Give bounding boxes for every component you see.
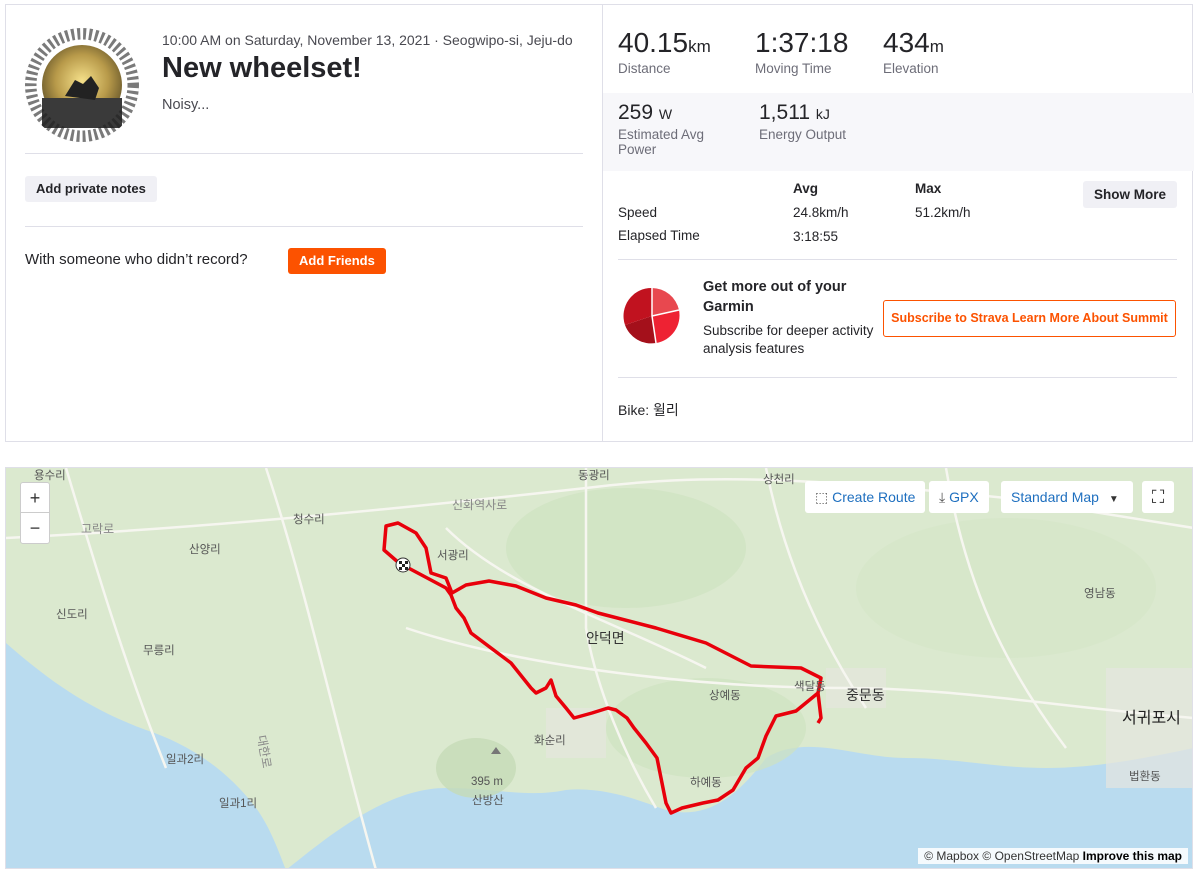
map-label: 하예동	[690, 777, 722, 789]
map-label: 신도리	[56, 609, 88, 621]
table-row-label: Speed	[618, 205, 658, 220]
finish-flag-icon	[395, 557, 411, 573]
stat-distance: 40.15km Distance	[618, 27, 711, 76]
table-row-avg: 24.8km/h	[793, 205, 849, 220]
subscriber-badge	[125, 120, 139, 142]
table-header-max: Max	[915, 181, 942, 196]
chevron-down-icon: ▼	[1108, 494, 1119, 505]
map-label: 동광리	[578, 470, 610, 482]
divider	[618, 259, 1177, 260]
map-label: 일과2리	[166, 754, 205, 766]
map-canvas	[6, 468, 1192, 868]
activity-meta: 10:00 AM on Saturday, November 13, 2021 …	[162, 32, 573, 48]
map-label: 영남동	[1084, 588, 1116, 600]
create-route-button[interactable]: ⬚ Create Route	[805, 481, 926, 513]
avatar-image	[25, 28, 139, 142]
zoom-control: + −	[20, 482, 50, 544]
map-label: 안덕면	[586, 630, 625, 646]
fullscreen-button[interactable]: ⛶	[1142, 481, 1174, 513]
with-someone-text: With someone who didn’t record?	[25, 251, 248, 268]
gpx-download-button[interactable]: ⤓ GPX	[929, 481, 989, 513]
map-label: 화순리	[534, 735, 566, 747]
athlete-avatar[interactable]	[25, 28, 139, 142]
map-label: 상예동	[709, 690, 741, 702]
bike-info: Bike: 윌리	[618, 402, 679, 418]
map-style-select[interactable]: Standard Map ▼	[1001, 481, 1133, 513]
stat-power: 259 W Estimated Avg Power	[618, 101, 705, 157]
add-private-notes-button[interactable]: Add private notes	[25, 176, 157, 202]
zoom-in-button[interactable]: +	[21, 483, 49, 513]
improve-map-link[interactable]: Improve this map	[1083, 849, 1182, 863]
fullscreen-icon: ⛶	[1151, 487, 1165, 507]
table-row-max: 51.2km/h	[915, 205, 971, 220]
subscribe-button[interactable]: Subscribe to Strava Learn More About Sum…	[883, 300, 1176, 337]
map-label: 서광리	[437, 550, 469, 562]
show-more-button[interactable]: Show More	[1083, 181, 1178, 208]
map-label: 중문동	[846, 687, 885, 703]
stat-energy: 1,511 kJ Energy Output	[759, 101, 847, 142]
divider	[25, 226, 583, 227]
table-row-label: Elapsed Time	[618, 228, 700, 243]
add-friends-button[interactable]: Add Friends	[288, 248, 386, 274]
map-road-label: 고락로	[81, 522, 115, 536]
map-label: 색달동	[794, 681, 826, 693]
map-label: 상천리	[763, 474, 795, 486]
divider	[618, 377, 1177, 378]
stat-moving-time: 1:37:18 Moving Time	[755, 27, 849, 76]
map-label: 무릉리	[143, 645, 175, 657]
download-icon: ⤓	[939, 489, 946, 505]
map-label: 산양리	[189, 544, 221, 556]
activity-stats-panel: 40.15km Distance 1:37:18 Moving Time 434…	[602, 5, 1194, 441]
stat-elevation: 434m Elevation	[883, 27, 944, 76]
map-attribution: © Mapbox © OpenStreetMap Improve this ma…	[918, 848, 1188, 864]
map-label: 청수리	[293, 514, 325, 526]
zoom-out-button[interactable]: −	[21, 513, 49, 543]
activity-title[interactable]: New wheelset!	[162, 52, 362, 85]
table-header-avg: Avg	[793, 181, 819, 196]
map-label: 일과1리	[219, 798, 258, 810]
osm-link[interactable]: © OpenStreetMap	[982, 849, 1079, 863]
activity-card: 10:00 AM on Saturday, November 13, 2021 …	[5, 4, 1194, 442]
promo-title: Get more out of your Garmin	[703, 279, 847, 315]
table-row-avg: 3:18:55	[793, 229, 839, 244]
map-label: 서귀포시	[1122, 710, 1181, 727]
map-peak-elevation: 395 m	[471, 776, 503, 788]
promo-subtitle: Subscribe for deeper activity analysis f…	[703, 323, 874, 356]
divider	[25, 153, 583, 154]
garmin-pie-icon	[623, 287, 680, 344]
map-label: 용수리	[34, 470, 66, 482]
map-label: 법환동	[1129, 771, 1161, 783]
map-label: 산방산	[472, 795, 504, 807]
activity-description: Noisy...	[162, 97, 210, 113]
activity-details-panel: 10:00 AM on Saturday, November 13, 2021 …	[6, 5, 602, 441]
map-road-label: 신화역사로	[452, 498, 508, 512]
activity-map[interactable]: 용수리 동광리 상천리 청수리 신화역사로 고락로 산양리 서광리 신도리 무릉…	[5, 467, 1193, 869]
mapbox-link[interactable]: © Mapbox	[924, 849, 979, 863]
route-select-icon: ⬚	[815, 489, 829, 505]
